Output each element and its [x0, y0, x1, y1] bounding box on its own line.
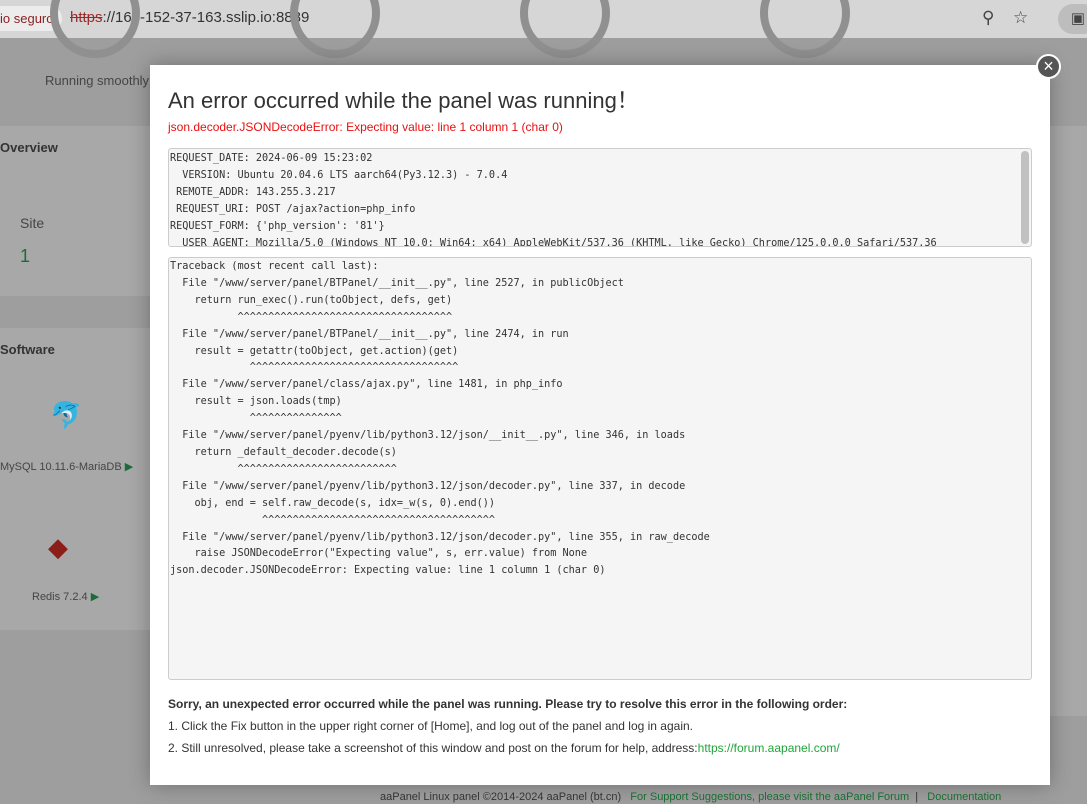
docs-link[interactable]: Documentation	[927, 791, 1001, 803]
help-step-1: 1. Click the Fix button in the upper rig…	[168, 719, 693, 733]
redis-label: Redis 7.2.4	[32, 591, 88, 603]
scrollbar[interactable]	[1021, 151, 1029, 244]
software-heading: Software	[0, 342, 55, 357]
play-icon: ▶	[124, 461, 134, 473]
mysql-label: MySQL 10.11.6-MariaDB	[0, 461, 122, 473]
help-step-2: 2. Still unresolved, please take a scree…	[168, 741, 698, 755]
error-message: json.decoder.JSONDecodeError: Expecting …	[168, 120, 563, 134]
status-gauge	[520, 0, 610, 58]
mysql-item[interactable]: MySQL 10.11.6-MariaDB ▶	[0, 460, 133, 473]
site-label: Site	[20, 215, 45, 231]
request-info-text: REQUEST_DATE: 2024-06-09 15:23:02 VERSIO…	[170, 153, 937, 247]
chart-card	[1050, 126, 1087, 716]
status-gauge	[50, 0, 140, 58]
redis-item[interactable]: Redis 7.2.4 ▶	[32, 590, 99, 603]
status-text: Running smoothly	[45, 73, 150, 88]
traceback-box[interactable]: Traceback (most recent call last): File …	[168, 257, 1032, 680]
copyright: aaPanel Linux panel ©2014-2024 aaPanel (…	[380, 791, 622, 803]
error-dialog: An error occurred while the panel was ru…	[150, 65, 1050, 785]
camera-icon[interactable]: ▣	[1058, 4, 1087, 34]
status-gauge	[760, 0, 850, 58]
support-link[interactable]: For Support Suggestions, please visit th…	[630, 791, 909, 803]
play-icon: ▶	[90, 591, 100, 603]
zoom-icon[interactable]: ⚲	[982, 8, 994, 28]
redis-icon: ◆	[48, 532, 68, 562]
close-button[interactable]: ×	[1036, 54, 1061, 79]
footer: aaPanel Linux panel ©2014-2024 aaPanel (…	[380, 791, 1002, 803]
star-icon[interactable]: ☆	[1013, 8, 1028, 28]
help-title: Sorry, an unexpected error occurred whil…	[168, 697, 848, 711]
overview-heading: Overview	[0, 140, 58, 155]
dialog-title: An error occurred while the panel was ru…	[168, 88, 639, 113]
site-count[interactable]: 1	[20, 246, 30, 267]
forum-link[interactable]: https://forum.aapanel.com/	[698, 741, 840, 755]
mysql-icon: 🐬	[50, 400, 83, 430]
status-gauge	[290, 0, 380, 58]
software-card	[0, 328, 150, 630]
request-info-box[interactable]: REQUEST_DATE: 2024-06-09 15:23:02 VERSIO…	[168, 148, 1032, 247]
help-section: Sorry, an unexpected error occurred whil…	[168, 697, 847, 763]
